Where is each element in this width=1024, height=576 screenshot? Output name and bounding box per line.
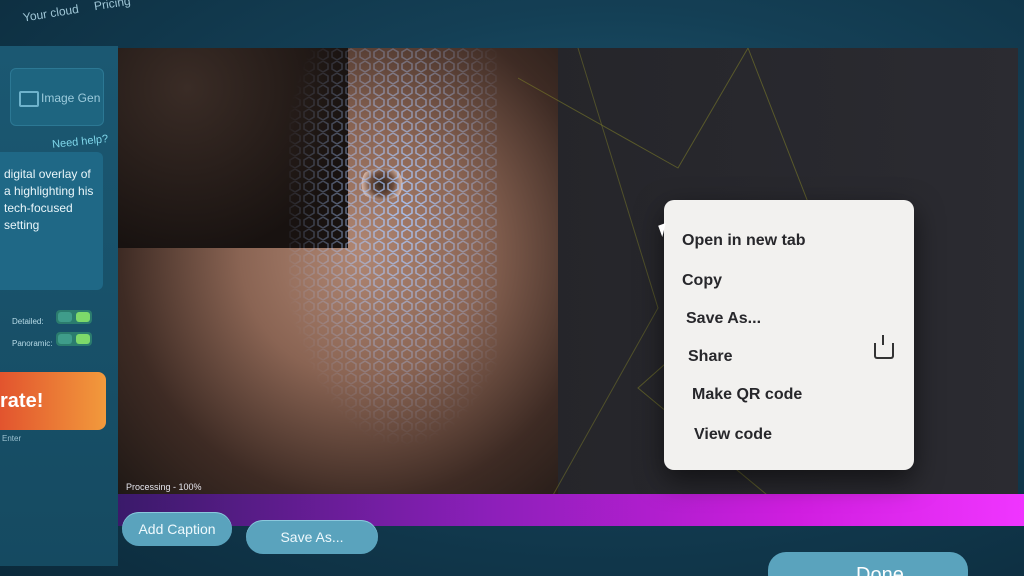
menu-view-code[interactable]: View code [694,426,772,444]
option-detailed-label: Detailed: [12,317,44,326]
menu-copy[interactable]: Copy [682,272,722,290]
generate-label: rate! [0,390,44,412]
menu-save-as[interactable]: Save As... [686,310,761,328]
context-menu: Open in new tab Copy Save As... Share Ma… [664,200,914,470]
panoramic-toggle[interactable] [56,332,92,346]
menu-make-qr-code[interactable]: Make QR code [692,386,802,404]
enter-hint: Enter [2,434,22,443]
nav-your-cloud[interactable]: Your cloud [22,2,80,25]
image-gen-button[interactable]: Image Gen [10,68,104,126]
image-icon [19,91,39,107]
done-label: Done [856,564,904,576]
save-as-button[interactable]: Save As... [246,520,378,554]
share-icon [874,335,894,359]
image-gen-label: Image Gen [41,91,101,105]
top-nav: Your cloud Pricing [0,0,422,47]
nav-pricing[interactable]: Pricing [93,0,131,13]
menu-share[interactable]: Share [688,348,732,366]
add-caption-button[interactable]: Add Caption [122,512,232,546]
processing-status: Processing - 100% [126,482,202,492]
app-window: Your cloud Pricing Image Gen Need help? … [0,0,1024,576]
option-panoramic-label: Panoramic: [12,339,53,348]
detailed-toggle[interactable] [56,310,92,324]
prompt-input[interactable]: digital overlay of a highlighting his te… [0,152,103,290]
menu-open-in-new-tab[interactable]: Open in new tab [682,232,806,250]
generate-button[interactable]: rate! [0,372,106,430]
hex-overlay [288,48,498,448]
done-button[interactable]: Done [768,552,968,576]
